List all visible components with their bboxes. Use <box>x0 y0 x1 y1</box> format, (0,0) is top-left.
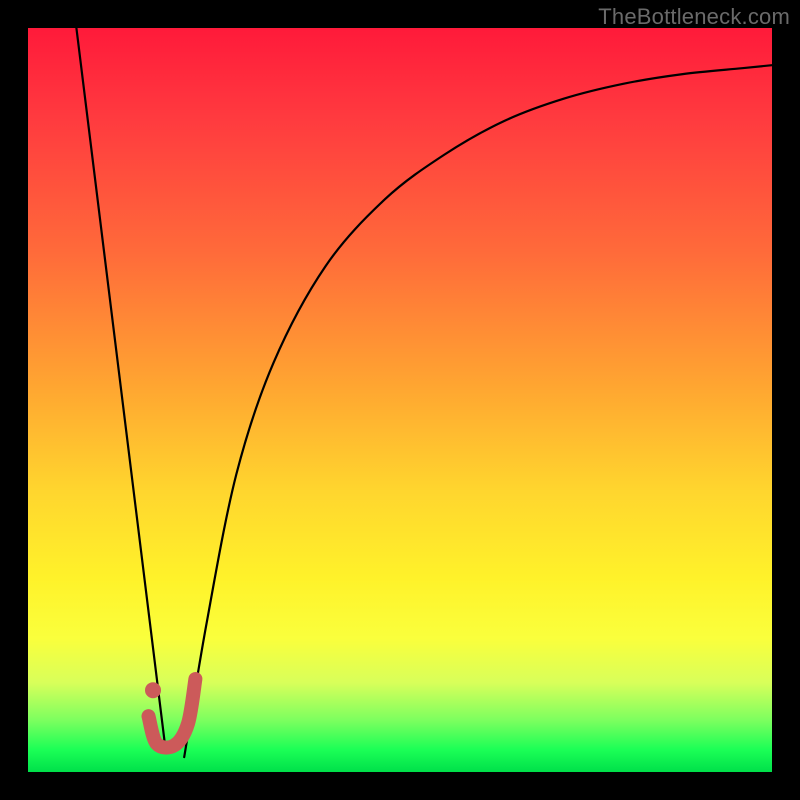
j-marker-dot <box>145 682 161 698</box>
watermark-text: TheBottleneck.com <box>598 4 790 30</box>
left-descending-line <box>76 28 165 750</box>
chart-frame: TheBottleneck.com <box>0 0 800 800</box>
curves-svg <box>28 28 772 772</box>
plot-area <box>28 28 772 772</box>
right-rising-curve <box>184 65 772 757</box>
